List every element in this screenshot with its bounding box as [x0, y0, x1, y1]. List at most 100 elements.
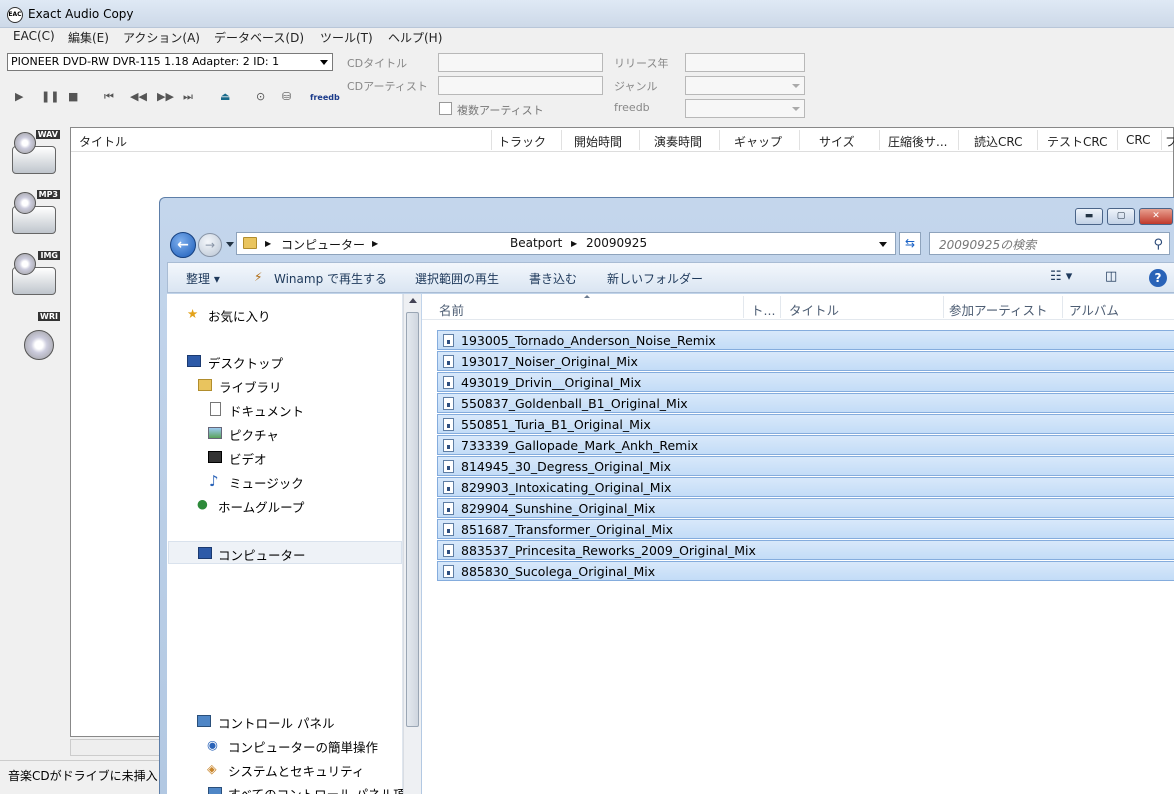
file-row[interactable]: 733339_Gallopade_Mark_Ankh_Remix: [437, 435, 1174, 455]
drive-options-icon[interactable]: ⛁: [282, 90, 291, 103]
write-cd-button[interactable]: WRI: [10, 312, 60, 362]
play-icon[interactable]: ▶: [15, 90, 23, 103]
scrollbar-thumb[interactable]: [406, 312, 419, 727]
freedb-select[interactable]: [685, 99, 805, 118]
multi-artist-checkbox[interactable]: [439, 102, 452, 115]
cd-artist-input[interactable]: [438, 76, 603, 95]
maximize-button[interactable]: ▢: [1107, 208, 1135, 225]
nav-control-panel[interactable]: コントロール パネル: [218, 713, 334, 732]
menu-eac[interactable]: EAC(C): [13, 29, 55, 43]
col-album[interactable]: アルバム: [1069, 300, 1119, 319]
nav-documents[interactable]: ドキュメント: [229, 401, 304, 420]
file-row[interactable]: 829903_Intoxicating_Original_Mix: [437, 477, 1174, 497]
copy-image-button[interactable]: IMG: [10, 251, 60, 301]
nav-video[interactable]: ビデオ: [229, 449, 267, 468]
menu-help[interactable]: ヘルプ(H): [388, 29, 442, 46]
address-bar[interactable]: ▶ コンピューター ▶ Beatport ▶ 20090925: [236, 232, 896, 255]
breadcrumb-computer[interactable]: コンピューター: [281, 236, 365, 253]
col-name[interactable]: 名前: [439, 300, 464, 319]
nav-computer[interactable]: コンピューター: [218, 545, 306, 564]
file-row[interactable]: 193017_Noiser_Original_Mix: [437, 351, 1174, 371]
skip-forward-icon[interactable]: ⏭: [183, 90, 193, 104]
col-track[interactable]: トラック: [498, 133, 546, 150]
file-row[interactable]: 885830_Sucolega_Original_Mix: [437, 561, 1174, 581]
release-year-input[interactable]: [685, 53, 805, 72]
col-start-time[interactable]: 開始時間: [574, 133, 622, 150]
col-compressed[interactable]: 圧縮後サ...: [888, 133, 947, 150]
col-more[interactable]: フ: [1165, 133, 1174, 150]
organize-button[interactable]: 整理 ▾: [186, 270, 220, 287]
copy-wav-button[interactable]: WAV: [10, 130, 60, 180]
cd-icon: [24, 330, 54, 360]
file-row[interactable]: 829904_Sunshine_Original_Mix: [437, 498, 1174, 518]
col-test-crc[interactable]: テストCRC: [1047, 133, 1108, 150]
nav-pane-scrollbar[interactable]: [403, 294, 421, 794]
breadcrumb-separator-icon: ▶: [571, 239, 578, 248]
col-contributing-artist[interactable]: 参加アーティスト: [949, 300, 1048, 319]
forward-button[interactable]: →: [198, 233, 222, 257]
nav-all-control-panel[interactable]: すべてのコントロール パネル項目: [228, 784, 418, 794]
file-row[interactable]: 193005_Tornado_Anderson_Noise_Remix: [437, 330, 1174, 350]
file-row[interactable]: 550837_Goldenball_B1_Original_Mix: [437, 393, 1174, 413]
col-gap[interactable]: ギャップ: [734, 133, 782, 150]
col-title[interactable]: タイトル: [789, 300, 839, 319]
play-selection-button[interactable]: 選択範囲の再生: [415, 270, 499, 287]
history-dropdown-icon[interactable]: [226, 242, 234, 247]
file-row[interactable]: 814945_30_Degress_Original_Mix: [437, 456, 1174, 476]
explorer-window: ▬ ▢ ✕ ← → ▶ コンピューター ▶ Beatport ▶ 2009092…: [159, 197, 1174, 794]
col-size[interactable]: サイズ: [819, 133, 855, 150]
nav-homegroup[interactable]: ホームグループ: [218, 497, 304, 516]
menu-edit[interactable]: 編集(E): [68, 29, 109, 46]
genre-select[interactable]: [685, 76, 805, 95]
copy-mp3-button[interactable]: MP3: [10, 190, 60, 240]
nav-system-security[interactable]: システムとセキュリティ: [228, 761, 364, 780]
breadcrumb-beatport[interactable]: Beatport: [510, 236, 562, 250]
nav-pictures[interactable]: ピクチャ: [229, 425, 279, 444]
file-row[interactable]: 550851_Turia_B1_Original_Mix: [437, 414, 1174, 434]
nav-favorites[interactable]: お気に入り: [208, 306, 271, 325]
breadcrumb-separator-icon: ▶: [372, 239, 379, 248]
col-title[interactable]: タイトル: [79, 133, 127, 150]
view-options-icon[interactable]: ☷ ▾: [1050, 269, 1072, 284]
nav-desktop[interactable]: デスクトップ: [208, 353, 283, 372]
menu-action[interactable]: アクション(A): [123, 29, 200, 46]
col-read-crc[interactable]: 読込CRC: [974, 133, 1023, 150]
nav-library[interactable]: ライブラリ: [219, 377, 282, 396]
burn-button[interactable]: 書き込む: [529, 270, 577, 287]
back-button[interactable]: ←: [170, 232, 196, 258]
scroll-up-icon[interactable]: [409, 298, 417, 303]
col-crc[interactable]: CRC: [1126, 133, 1151, 147]
search-icon[interactable]: ⚲: [1153, 237, 1163, 252]
close-button[interactable]: ✕: [1139, 208, 1173, 225]
help-icon[interactable]: ?: [1149, 269, 1167, 287]
file-row[interactable]: 851687_Transformer_Original_Mix: [437, 519, 1174, 539]
col-play-time[interactable]: 演奏時間: [654, 133, 702, 150]
minimize-button[interactable]: ▬: [1075, 208, 1103, 225]
eac-horizontal-scrollbar[interactable]: [70, 739, 160, 756]
fast-forward-icon[interactable]: ▶▶: [157, 90, 174, 103]
file-name: 883537_Princesita_Reworks_2009_Original_…: [461, 543, 756, 558]
file-row[interactable]: 883537_Princesita_Reworks_2009_Original_…: [437, 540, 1174, 560]
refresh-icon[interactable]: ⇆: [899, 232, 921, 255]
nav-ease-of-access[interactable]: コンピューターの簡単操作: [228, 737, 378, 756]
new-folder-button[interactable]: 新しいフォルダー: [607, 270, 703, 287]
cd-title-input[interactable]: [438, 53, 603, 72]
cd-info-icon[interactable]: ⊙: [256, 90, 265, 103]
rewind-icon[interactable]: ◀◀: [130, 90, 147, 103]
nav-music[interactable]: ミュージック: [229, 473, 304, 492]
drive-select[interactable]: PIONEER DVD-RW DVR-115 1.18 Adapter: 2 I…: [7, 53, 333, 71]
play-in-winamp-button[interactable]: Winamp で再生する: [274, 270, 387, 287]
menu-tools[interactable]: ツール(T): [320, 29, 373, 46]
chevron-down-icon[interactable]: [879, 242, 887, 247]
freedb-logo-icon[interactable]: freedb: [310, 93, 340, 102]
stop-icon[interactable]: ■: [68, 90, 78, 103]
breadcrumb-current-folder[interactable]: 20090925: [586, 236, 647, 250]
skip-back-icon[interactable]: ⏮: [104, 90, 114, 104]
search-box[interactable]: 20090925の検索 ⚲: [929, 232, 1170, 255]
eject-icon[interactable]: ⏏: [220, 90, 230, 103]
file-row[interactable]: 493019_Drivin__Original_Mix: [437, 372, 1174, 392]
preview-pane-icon[interactable]: ◫: [1105, 269, 1117, 284]
menu-database[interactable]: データベース(D): [214, 29, 304, 46]
pause-icon[interactable]: ❚❚: [41, 90, 59, 103]
col-track-number[interactable]: ト...: [751, 300, 775, 319]
